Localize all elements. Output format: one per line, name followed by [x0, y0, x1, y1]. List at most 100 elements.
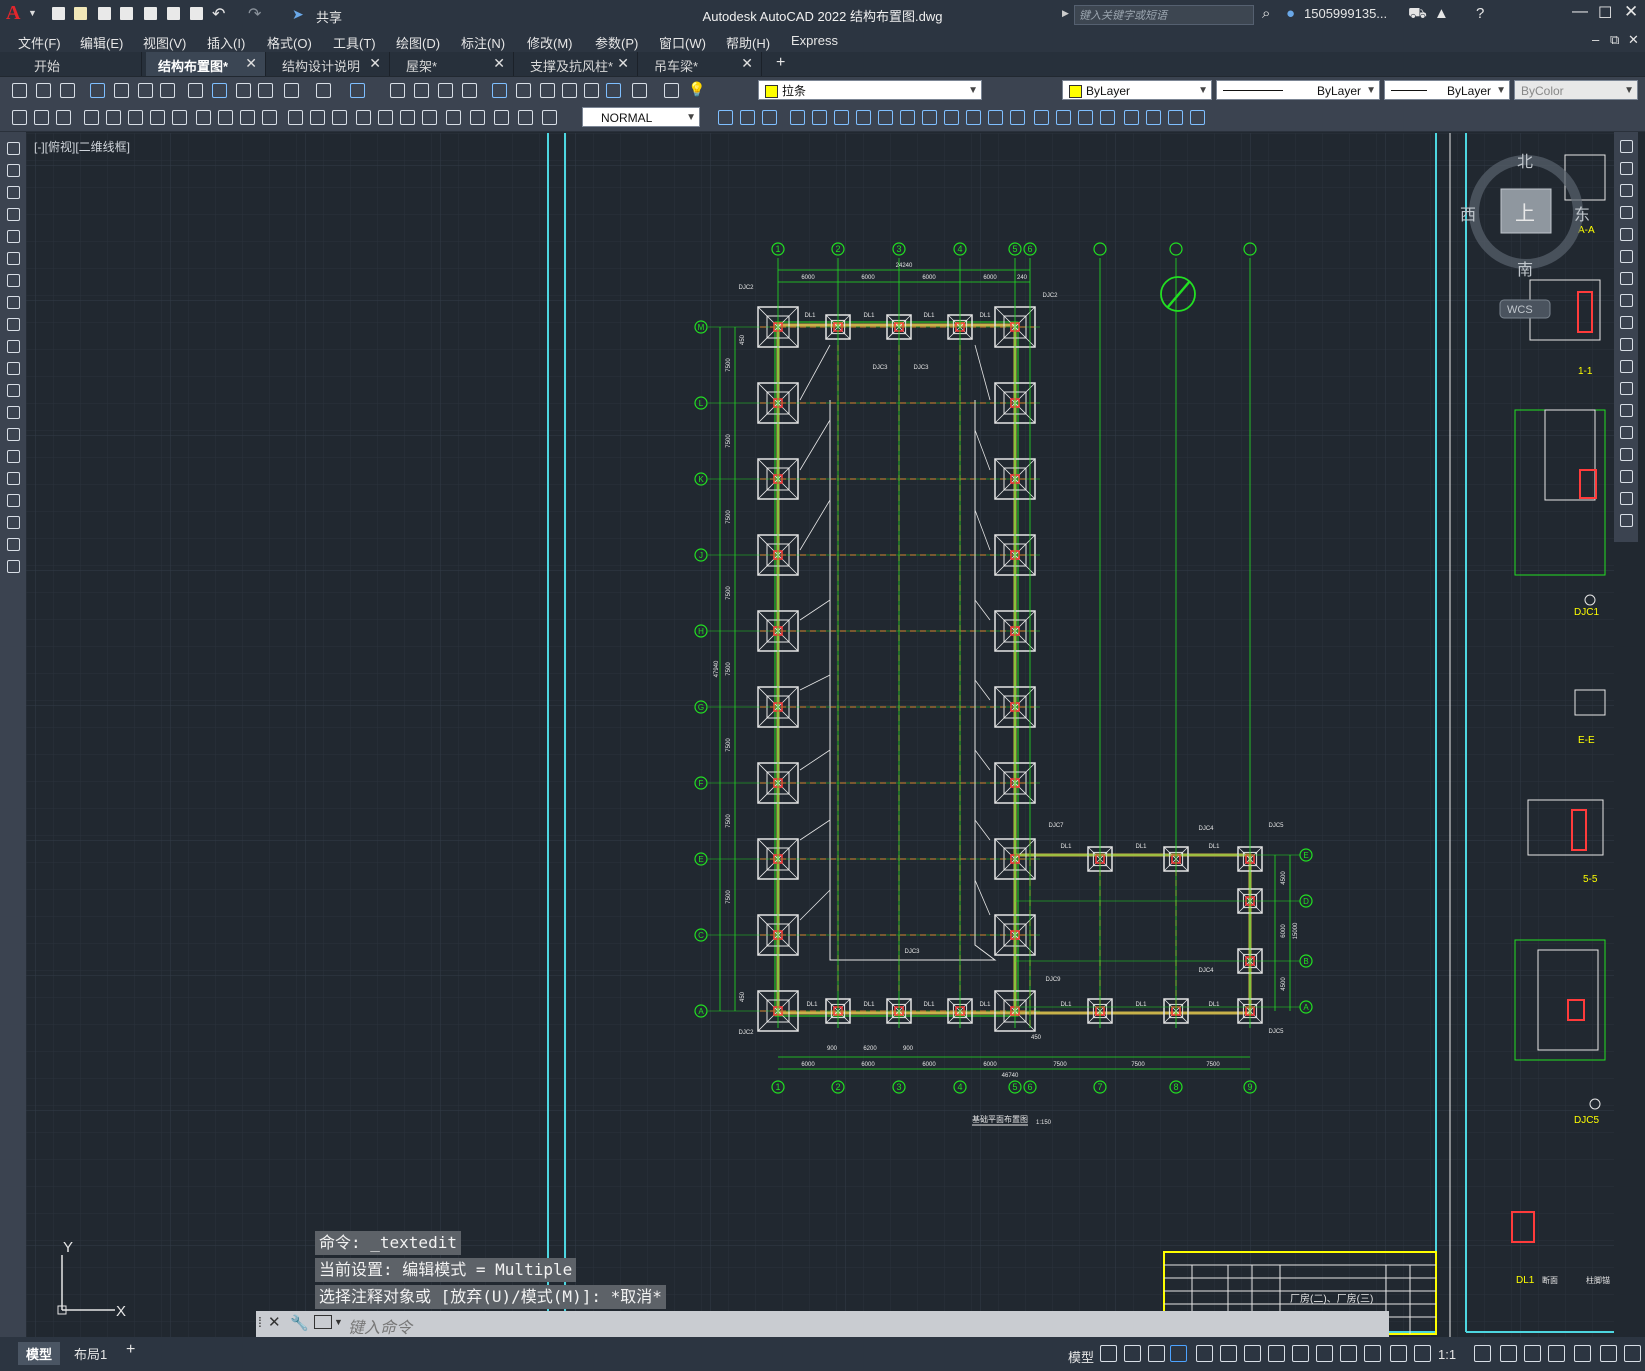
dimension-tool-icon[interactable]: [128, 110, 143, 125]
dimension-tool-icon[interactable]: [332, 110, 347, 125]
dimension-tool-icon[interactable]: [966, 110, 981, 125]
standard-tool-icon[interactable]: [12, 83, 27, 98]
dimension-tool-icon[interactable]: [196, 110, 211, 125]
menu-format[interactable]: 格式(O): [267, 33, 312, 52]
annotation-scale[interactable]: 1:1: [1438, 1347, 1456, 1362]
modify-tool-icon[interactable]: [1620, 250, 1633, 263]
menu-help[interactable]: 帮助(H): [726, 33, 770, 52]
draw-tool-icon[interactable]: [7, 164, 20, 177]
dimension-tool-icon[interactable]: [1146, 110, 1161, 125]
status-toggle-icon[interactable]: [1292, 1345, 1309, 1362]
standard-tool-icon[interactable]: [516, 83, 531, 98]
status-toggle-icon[interactable]: [1524, 1345, 1541, 1362]
standard-tool-icon[interactable]: [36, 83, 51, 98]
dimension-tool-icon[interactable]: [762, 110, 777, 125]
close-icon[interactable]: ✕: [369, 55, 381, 72]
viewcube-east[interactable]: 东: [1574, 206, 1590, 224]
dimension-tool-icon[interactable]: [856, 110, 871, 125]
status-toggle-icon[interactable]: [1548, 1345, 1565, 1362]
standard-tool-icon[interactable]: [390, 83, 405, 98]
dimension-tool-icon[interactable]: [1010, 110, 1025, 125]
standard-tool-icon[interactable]: [540, 83, 555, 98]
dimension-tool-icon[interactable]: [494, 110, 509, 125]
draw-tool-icon[interactable]: [7, 472, 20, 485]
dimension-tool-icon[interactable]: [12, 110, 27, 125]
dimension-tool-icon[interactable]: [56, 110, 71, 125]
chevron-right-icon[interactable]: ▶: [1062, 8, 1069, 19]
dimension-tool-icon[interactable]: [172, 110, 187, 125]
maximize-icon[interactable]: ☐: [1598, 3, 1612, 23]
tab-bracing[interactable]: 支撑及抗风柱* ✕: [518, 52, 638, 76]
dimension-tool-icon[interactable]: [1124, 110, 1139, 125]
menu-draw[interactable]: 绘图(D): [396, 33, 440, 52]
dimension-tool-icon[interactable]: [262, 110, 277, 125]
menu-insert[interactable]: 插入(I): [207, 33, 245, 52]
add-layout-icon[interactable]: +: [126, 1341, 135, 1359]
modify-tool-icon[interactable]: [1620, 492, 1633, 505]
dimension-tool-icon[interactable]: [446, 110, 461, 125]
viewcube-north[interactable]: 北: [1517, 153, 1533, 171]
standard-tool-icon[interactable]: [664, 83, 679, 98]
dimension-tool-icon[interactable]: [310, 110, 325, 125]
dimension-tool-icon[interactable]: [834, 110, 849, 125]
tab-crane-beam[interactable]: 吊车梁* ✕: [642, 52, 762, 76]
standard-tool-icon[interactable]: [584, 83, 599, 98]
wcs-menu[interactable]: WCS: [1507, 304, 1533, 316]
standard-tool-icon[interactable]: [258, 83, 273, 98]
dimension-tool-icon[interactable]: [518, 110, 533, 125]
dimstyle-dropdown[interactable]: NORMAL ▼: [582, 107, 700, 127]
dimension-tool-icon[interactable]: [400, 110, 415, 125]
viewcube-south[interactable]: 南: [1517, 261, 1533, 279]
draw-tool-icon[interactable]: [7, 362, 20, 375]
dimension-tool-icon[interactable]: [422, 110, 437, 125]
standard-tool-icon[interactable]: [492, 83, 507, 98]
command-prompt-icon[interactable]: [314, 1315, 332, 1329]
dimension-tool-icon[interactable]: [356, 110, 371, 125]
dimension-tool-icon[interactable]: [922, 110, 937, 125]
modify-tool-icon[interactable]: [1620, 140, 1633, 153]
layout-tab-model[interactable]: 模型: [18, 1342, 61, 1365]
close-icon[interactable]: ✕: [245, 55, 257, 72]
modify-tool-icon[interactable]: [1620, 514, 1633, 527]
standard-tool-icon[interactable]: [414, 83, 429, 98]
drawing-canvas[interactable]: 1 1 2 2 3 3 4 4 5 5 6 6 7 8 9 M L K J H G F E C A E D B A 6000 6000 600…: [26, 133, 1614, 1337]
layer-dropdown[interactable]: 拉条 ▼: [758, 80, 982, 100]
modify-tool-icon[interactable]: [1620, 448, 1633, 461]
status-toggle-icon[interactable]: [1414, 1345, 1431, 1362]
standard-tool-icon[interactable]: [632, 83, 647, 98]
close-icon[interactable]: ✕: [493, 55, 505, 72]
status-toggle-icon[interactable]: [1100, 1345, 1117, 1362]
draw-tool-icon[interactable]: [7, 428, 20, 441]
menu-express[interactable]: Express: [791, 33, 838, 48]
draw-tool-icon[interactable]: [7, 142, 20, 155]
modify-tool-icon[interactable]: [1620, 426, 1633, 439]
dimension-tool-icon[interactable]: [944, 110, 959, 125]
modify-tool-icon[interactable]: [1620, 294, 1633, 307]
standard-tool-icon[interactable]: [236, 83, 251, 98]
draw-tool-icon[interactable]: [7, 340, 20, 353]
modify-tool-icon[interactable]: [1620, 184, 1633, 197]
standard-tool-icon[interactable]: [562, 83, 577, 98]
a360-icon[interactable]: ▲: [1434, 5, 1449, 22]
menu-edit[interactable]: 编辑(E): [80, 33, 123, 52]
draw-tool-icon[interactable]: [7, 274, 20, 287]
plotstyle-dropdown[interactable]: ByColor ▼: [1514, 80, 1638, 100]
modify-tool-icon[interactable]: [1620, 404, 1633, 417]
standard-tool-icon[interactable]: [462, 83, 477, 98]
search-icon[interactable]: ⌕: [1262, 5, 1270, 22]
wrench-icon[interactable]: 🔧: [290, 1314, 309, 1332]
dimension-tool-icon[interactable]: [84, 110, 99, 125]
new-tab-icon[interactable]: +: [776, 54, 785, 72]
status-toggle-icon[interactable]: [1124, 1345, 1141, 1362]
dimension-tool-icon[interactable]: [1100, 110, 1115, 125]
draw-tool-icon[interactable]: [7, 208, 20, 221]
dimension-tool-icon[interactable]: [718, 110, 733, 125]
status-toggle-icon[interactable]: [1148, 1345, 1165, 1362]
menu-window[interactable]: 窗口(W): [659, 33, 706, 52]
draw-tool-icon[interactable]: [7, 186, 20, 199]
menu-parametric[interactable]: 参数(P): [595, 33, 638, 52]
dimension-tool-icon[interactable]: [1056, 110, 1071, 125]
modify-tool-icon[interactable]: [1620, 162, 1633, 175]
status-toggle-icon[interactable]: [1600, 1345, 1617, 1362]
close-icon[interactable]: ✕: [741, 55, 753, 72]
